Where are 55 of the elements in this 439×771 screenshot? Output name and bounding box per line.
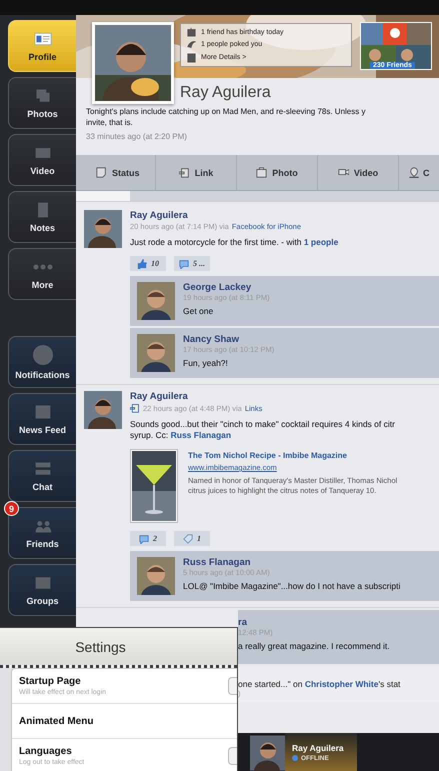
status-icon bbox=[96, 167, 107, 178]
selector-control[interactable] bbox=[228, 747, 237, 765]
photo-icon bbox=[256, 167, 268, 178]
status-text: Tonight's plans include catching up on Mad Men, and re-sleeving 78s. Unless y invite, that is. bbox=[86, 106, 366, 128]
composer-tab[interactable]: Video bbox=[318, 155, 399, 190]
contact-card-icon bbox=[32, 30, 52, 48]
composer-tab[interactable]: Photo bbox=[237, 155, 318, 190]
composer-tab[interactable]: C bbox=[399, 155, 430, 190]
activity-text: one started..." on Christopher White's stat bbox=[238, 679, 402, 689]
sidebar-item[interactable]: Chat bbox=[8, 450, 76, 502]
comment-text: Fun, yeah?! bbox=[183, 358, 229, 368]
settings-row[interactable]: Animated Menu bbox=[12, 704, 237, 739]
sidebar-item[interactable]: Video bbox=[8, 134, 76, 186]
composer-tab[interactable]: Link bbox=[156, 155, 237, 190]
author-name[interactable]: Nancy Shaw bbox=[183, 334, 274, 345]
profile-name: Ray Aguilera bbox=[180, 84, 272, 102]
author-name[interactable]: Ray Aguilera bbox=[130, 391, 439, 402]
author-name[interactable]: Ray Aguilera bbox=[130, 210, 439, 221]
selector-control[interactable] bbox=[228, 677, 237, 695]
comment-text: a really great magazine. I recommend it. bbox=[238, 641, 391, 651]
comment-text: LOL@ "Imbibe Magazine"...how do I not have a subscripti bbox=[183, 581, 400, 591]
sidebar-item[interactable]: Notifications bbox=[8, 336, 76, 388]
popover-title: Settings bbox=[75, 638, 126, 654]
author-name[interactable]: ra bbox=[238, 617, 439, 628]
notification-badge: 9 bbox=[4, 501, 19, 516]
comment-text: Get one bbox=[183, 306, 214, 316]
speech-bubble-icon bbox=[179, 258, 189, 268]
thumbs-up-icon bbox=[137, 258, 147, 268]
speech-bubble-icon bbox=[139, 534, 149, 544]
composer-tab[interactable]: Status bbox=[76, 155, 156, 190]
sidebar-item[interactable]: Notes bbox=[8, 191, 76, 243]
reaction-button[interactable]: 1 bbox=[174, 531, 210, 546]
post-text: Sounds good...but their "cinch to make" cocktail requires 4 kinds of citr syrup. Cc: Russ Flanagan bbox=[130, 419, 396, 441]
link-icon bbox=[130, 403, 140, 413]
sidebar-item[interactable]: Groups bbox=[8, 564, 76, 616]
sidebar-item[interactable]: More bbox=[8, 248, 76, 300]
globe-icon bbox=[32, 344, 54, 366]
reaction-button[interactable]: 2 bbox=[130, 531, 166, 546]
sidebar-item[interactable]: Profile bbox=[8, 20, 76, 72]
sidebar-item[interactable]: News Feed bbox=[8, 393, 76, 445]
post-text: Just rode a motorcycle for the first time. - with 1 people bbox=[130, 237, 340, 248]
tag-icon bbox=[183, 534, 193, 544]
link-title[interactable]: The Tom Nichol Recipe - Imbibe Magazine bbox=[188, 451, 398, 460]
mention-link[interactable]: Russ Flanagan bbox=[170, 430, 232, 440]
location-pin-icon bbox=[409, 167, 420, 178]
author-name[interactable]: George Lackey bbox=[183, 282, 270, 293]
link-icon bbox=[178, 167, 190, 178]
sidebar-item[interactable]: Photos bbox=[8, 77, 76, 129]
reaction-button[interactable]: 10 bbox=[130, 256, 166, 271]
ellipsis-icon bbox=[32, 264, 52, 270]
mention-link[interactable]: 1 people bbox=[304, 237, 338, 247]
author-name[interactable]: Russ Flanagan bbox=[183, 557, 400, 568]
profile-link[interactable]: Christopher White bbox=[304, 679, 378, 689]
timestamp: 33 minutes ago (at 2:20 PM) bbox=[86, 132, 188, 141]
reaction-button[interactable]: 5 ... bbox=[174, 256, 210, 271]
